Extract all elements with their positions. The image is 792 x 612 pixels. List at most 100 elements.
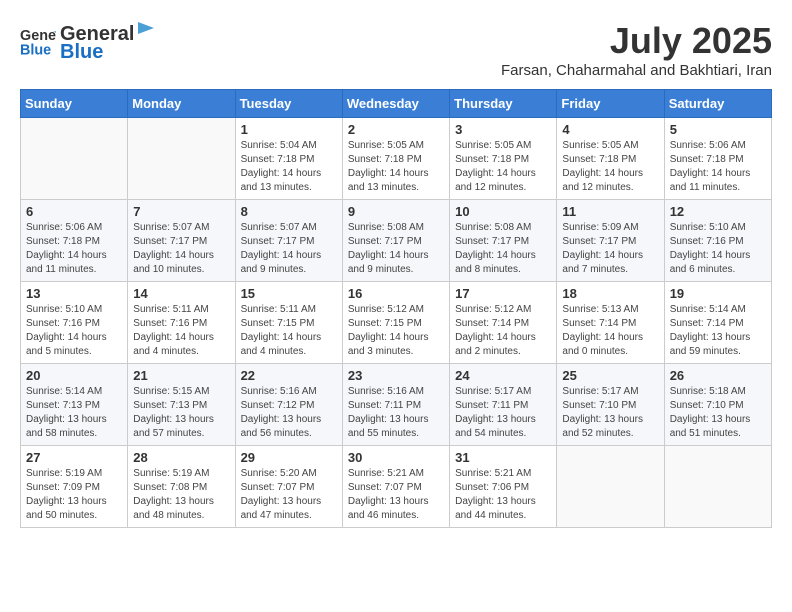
calendar-cell: 18 Sunrise: 5:13 AM Sunset: 7:14 PM Dayli… bbox=[557, 282, 664, 364]
day-number: 17 bbox=[455, 286, 551, 301]
location-subtitle: Farsan, Chaharmahal and Bakhtiari, Iran bbox=[501, 62, 772, 79]
weekday-header-friday: Friday bbox=[557, 90, 664, 118]
logo-flag-icon bbox=[136, 20, 156, 40]
calendar-cell bbox=[128, 118, 235, 200]
calendar-week-row: 20 Sunrise: 5:14 AM Sunset: 7:13 PM Dayli… bbox=[21, 364, 772, 446]
day-number: 2 bbox=[348, 122, 444, 137]
day-detail: Sunrise: 5:16 AM Sunset: 7:11 PM Dayligh… bbox=[348, 385, 444, 441]
day-number: 11 bbox=[562, 204, 658, 219]
weekday-header-thursday: Thursday bbox=[450, 90, 557, 118]
day-detail: Sunrise: 5:07 AM Sunset: 7:17 PM Dayligh… bbox=[241, 221, 337, 277]
day-detail: Sunrise: 5:16 AM Sunset: 7:12 PM Dayligh… bbox=[241, 385, 337, 441]
calendar-cell: 31Sunrise: 5:21 AM Sunset: 7:06 PM Dayli… bbox=[450, 446, 557, 528]
calendar-week-row: 1 Sunrise: 5:04 AM Sunset: 7:18 PM Daylig… bbox=[21, 118, 772, 200]
day-number: 28 bbox=[133, 450, 229, 465]
day-number: 25 bbox=[562, 368, 658, 383]
page-header: General Blue General Blue July 2025 Fars… bbox=[20, 20, 772, 79]
day-number: 26 bbox=[670, 368, 766, 383]
calendar-cell: 21 Sunrise: 5:15 AM Sunset: 7:13 PM Dayli… bbox=[128, 364, 235, 446]
day-detail: Sunrise: 5:04 AM Sunset: 7:18 PM Dayligh… bbox=[241, 139, 337, 195]
day-number: 13 bbox=[26, 286, 122, 301]
calendar-week-row: 13 Sunrise: 5:10 AM Sunset: 7:16 PM Dayli… bbox=[21, 282, 772, 364]
calendar-cell: 6 Sunrise: 5:06 AM Sunset: 7:18 PM Daylig… bbox=[21, 200, 128, 282]
day-detail: Sunrise: 5:11 AM Sunset: 7:16 PM Dayligh… bbox=[133, 303, 229, 359]
day-detail: Sunrise: 5:06 AM Sunset: 7:18 PM Dayligh… bbox=[26, 221, 122, 277]
day-number: 27 bbox=[26, 450, 122, 465]
day-detail: Sunrise: 5:17 AM Sunset: 7:11 PM Dayligh… bbox=[455, 385, 551, 441]
day-number: 24 bbox=[455, 368, 551, 383]
calendar-cell: 12Sunrise: 5:10 AM Sunset: 7:16 PM Dayli… bbox=[664, 200, 771, 282]
day-number: 20 bbox=[26, 368, 122, 383]
calendar-cell: 23Sunrise: 5:16 AM Sunset: 7:11 PM Dayli… bbox=[342, 364, 449, 446]
day-detail: Sunrise: 5:21 AM Sunset: 7:07 PM Dayligh… bbox=[348, 467, 444, 523]
weekday-header-row: SundayMondayTuesdayWednesdayThursdayFrid… bbox=[21, 90, 772, 118]
day-number: 29 bbox=[241, 450, 337, 465]
day-detail: Sunrise: 5:08 AM Sunset: 7:17 PM Dayligh… bbox=[348, 221, 444, 277]
day-detail: Sunrise: 5:12 AM Sunset: 7:15 PM Dayligh… bbox=[348, 303, 444, 359]
day-number: 5 bbox=[670, 122, 766, 137]
logo: General Blue General Blue bbox=[20, 20, 156, 63]
day-detail: Sunrise: 5:17 AM Sunset: 7:10 PM Dayligh… bbox=[562, 385, 658, 441]
day-number: 21 bbox=[133, 368, 229, 383]
calendar-cell: 26 Sunrise: 5:18 AM Sunset: 7:10 PM Dayli… bbox=[664, 364, 771, 446]
day-number: 14 bbox=[133, 286, 229, 301]
day-number: 9 bbox=[348, 204, 444, 219]
calendar-cell: 7Sunrise: 5:07 AM Sunset: 7:17 PM Daylig… bbox=[128, 200, 235, 282]
day-number: 1 bbox=[241, 122, 337, 137]
calendar-week-row: 27 Sunrise: 5:19 AM Sunset: 7:09 PM Dayli… bbox=[21, 446, 772, 528]
calendar-cell: 30 Sunrise: 5:21 AM Sunset: 7:07 PM Dayli… bbox=[342, 446, 449, 528]
day-detail: Sunrise: 5:07 AM Sunset: 7:17 PM Dayligh… bbox=[133, 221, 229, 277]
logo-blue-text: Blue bbox=[60, 41, 156, 63]
day-number: 30 bbox=[348, 450, 444, 465]
day-detail: Sunrise: 5:05 AM Sunset: 7:18 PM Dayligh… bbox=[455, 139, 551, 195]
day-detail: Sunrise: 5:12 AM Sunset: 7:14 PM Dayligh… bbox=[455, 303, 551, 359]
svg-text:Blue: Blue bbox=[20, 42, 51, 58]
calendar-cell: 4 Sunrise: 5:05 AM Sunset: 7:18 PM Daylig… bbox=[557, 118, 664, 200]
calendar-cell: 2Sunrise: 5:05 AM Sunset: 7:18 PM Daylig… bbox=[342, 118, 449, 200]
calendar-cell: 29 Sunrise: 5:20 AM Sunset: 7:07 PM Dayli… bbox=[235, 446, 342, 528]
calendar-week-row: 6 Sunrise: 5:06 AM Sunset: 7:18 PM Daylig… bbox=[21, 200, 772, 282]
day-number: 16 bbox=[348, 286, 444, 301]
day-detail: Sunrise: 5:20 AM Sunset: 7:07 PM Dayligh… bbox=[241, 467, 337, 523]
calendar-table: SundayMondayTuesdayWednesdayThursdayFrid… bbox=[20, 89, 772, 528]
day-number: 6 bbox=[26, 204, 122, 219]
day-detail: Sunrise: 5:13 AM Sunset: 7:14 PM Dayligh… bbox=[562, 303, 658, 359]
day-detail: Sunrise: 5:08 AM Sunset: 7:17 PM Dayligh… bbox=[455, 221, 551, 277]
calendar-cell: 1 Sunrise: 5:04 AM Sunset: 7:18 PM Daylig… bbox=[235, 118, 342, 200]
calendar-cell bbox=[664, 446, 771, 528]
calendar-cell: 13 Sunrise: 5:10 AM Sunset: 7:16 PM Dayli… bbox=[21, 282, 128, 364]
day-detail: Sunrise: 5:14 AM Sunset: 7:13 PM Dayligh… bbox=[26, 385, 122, 441]
calendar-cell: 19Sunrise: 5:14 AM Sunset: 7:14 PM Dayli… bbox=[664, 282, 771, 364]
calendar-cell: 20 Sunrise: 5:14 AM Sunset: 7:13 PM Dayli… bbox=[21, 364, 128, 446]
day-detail: Sunrise: 5:15 AM Sunset: 7:13 PM Dayligh… bbox=[133, 385, 229, 441]
day-number: 18 bbox=[562, 286, 658, 301]
day-detail: Sunrise: 5:18 AM Sunset: 7:10 PM Dayligh… bbox=[670, 385, 766, 441]
weekday-header-wednesday: Wednesday bbox=[342, 90, 449, 118]
day-detail: Sunrise: 5:05 AM Sunset: 7:18 PM Dayligh… bbox=[562, 139, 658, 195]
calendar-cell bbox=[21, 118, 128, 200]
day-number: 15 bbox=[241, 286, 337, 301]
day-detail: Sunrise: 5:19 AM Sunset: 7:09 PM Dayligh… bbox=[26, 467, 122, 523]
calendar-cell: 10 Sunrise: 5:08 AM Sunset: 7:17 PM Dayli… bbox=[450, 200, 557, 282]
calendar-cell: 11Sunrise: 5:09 AM Sunset: 7:17 PM Dayli… bbox=[557, 200, 664, 282]
calendar-cell: 5 Sunrise: 5:06 AM Sunset: 7:18 PM Daylig… bbox=[664, 118, 771, 200]
day-number: 10 bbox=[455, 204, 551, 219]
logo-icon: General Blue bbox=[20, 24, 56, 60]
day-detail: Sunrise: 5:06 AM Sunset: 7:18 PM Dayligh… bbox=[670, 139, 766, 195]
day-number: 12 bbox=[670, 204, 766, 219]
calendar-cell: 28Sunrise: 5:19 AM Sunset: 7:08 PM Dayli… bbox=[128, 446, 235, 528]
day-detail: Sunrise: 5:11 AM Sunset: 7:15 PM Dayligh… bbox=[241, 303, 337, 359]
calendar-cell: 17 Sunrise: 5:12 AM Sunset: 7:14 PM Dayli… bbox=[450, 282, 557, 364]
day-detail: Sunrise: 5:14 AM Sunset: 7:14 PM Dayligh… bbox=[670, 303, 766, 359]
weekday-header-saturday: Saturday bbox=[664, 90, 771, 118]
day-detail: Sunrise: 5:21 AM Sunset: 7:06 PM Dayligh… bbox=[455, 467, 551, 523]
calendar-cell: 22Sunrise: 5:16 AM Sunset: 7:12 PM Dayli… bbox=[235, 364, 342, 446]
day-number: 4 bbox=[562, 122, 658, 137]
calendar-cell: 25 Sunrise: 5:17 AM Sunset: 7:10 PM Dayli… bbox=[557, 364, 664, 446]
calendar-cell: 3Sunrise: 5:05 AM Sunset: 7:18 PM Daylig… bbox=[450, 118, 557, 200]
calendar-cell: 14 Sunrise: 5:11 AM Sunset: 7:16 PM Dayli… bbox=[128, 282, 235, 364]
calendar-cell: 8Sunrise: 5:07 AM Sunset: 7:17 PM Daylig… bbox=[235, 200, 342, 282]
day-detail: Sunrise: 5:10 AM Sunset: 7:16 PM Dayligh… bbox=[26, 303, 122, 359]
calendar-cell: 15 Sunrise: 5:11 AM Sunset: 7:15 PM Dayli… bbox=[235, 282, 342, 364]
calendar-cell: 27 Sunrise: 5:19 AM Sunset: 7:09 PM Dayli… bbox=[21, 446, 128, 528]
